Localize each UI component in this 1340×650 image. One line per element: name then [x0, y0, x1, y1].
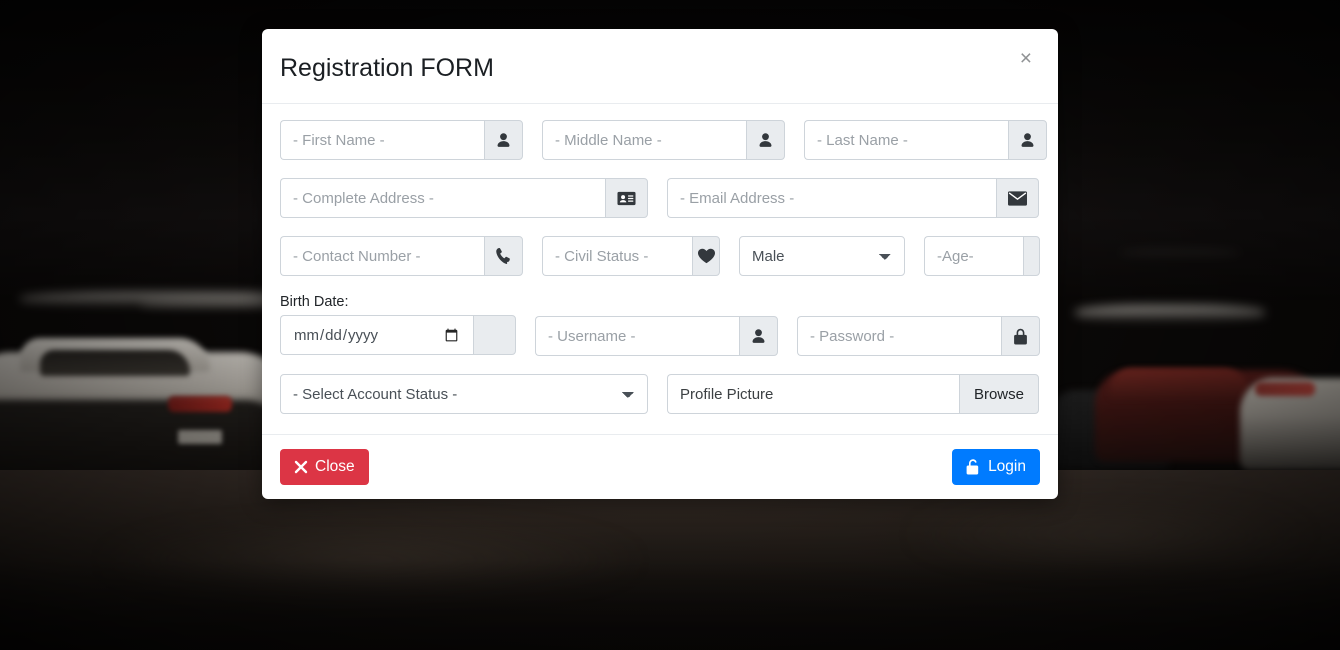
user-icon: [484, 120, 523, 160]
form-row-address-email: [280, 178, 1040, 218]
contact-number-group: [280, 236, 523, 276]
first-name-input[interactable]: [280, 120, 485, 160]
birth-date-addon: [473, 315, 516, 356]
account-status-select[interactable]: - Select Account Status -: [280, 374, 648, 414]
profile-picture-filename[interactable]: Profile Picture: [667, 374, 959, 414]
gender-select-wrap: Male: [739, 236, 905, 276]
login-button-label: Login: [988, 458, 1026, 476]
username-input[interactable]: [535, 316, 740, 356]
close-button-label: Close: [315, 458, 355, 476]
address-input[interactable]: [280, 178, 605, 218]
gender-select[interactable]: Male: [739, 236, 905, 276]
middle-name-input[interactable]: [542, 120, 747, 160]
heart-icon: [692, 236, 720, 276]
modal-footer: Close Login: [262, 435, 1058, 499]
phone-icon: [484, 236, 523, 276]
account-status-wrap: - Select Account Status -: [280, 374, 648, 414]
age-group: [924, 236, 1040, 276]
form-row-status-file: - Select Account Status - Profile Pictur…: [280, 374, 1040, 414]
civil-status-input[interactable]: [542, 236, 693, 276]
unlock-icon: [966, 459, 981, 475]
birth-date-group: Birth Date:: [280, 294, 516, 356]
birth-date-input-group: [280, 315, 516, 356]
password-input[interactable]: [797, 316, 1002, 356]
login-button[interactable]: Login: [952, 449, 1040, 485]
envelope-icon: [996, 178, 1039, 218]
modal-body: Male Birth Date:: [262, 104, 1058, 435]
form-row-contact: Male: [280, 236, 1040, 276]
modal-header: Registration FORM ×: [262, 29, 1058, 104]
last-name-input[interactable]: [804, 120, 1009, 160]
civil-status-group: [542, 236, 720, 276]
email-group: [667, 178, 1039, 218]
form-row-credentials: Birth Date:: [280, 294, 1040, 356]
lock-icon: [1001, 316, 1040, 356]
user-icon: [739, 316, 778, 356]
birth-date-label: Birth Date:: [280, 294, 349, 310]
user-icon: [746, 120, 785, 160]
times-icon: [294, 460, 308, 474]
form-row-names: [280, 120, 1047, 160]
birth-date-input[interactable]: [280, 315, 473, 356]
password-group: [797, 294, 1040, 356]
email-field[interactable]: [667, 178, 996, 218]
username-group: [535, 294, 778, 356]
first-name-group: [280, 120, 523, 160]
close-button[interactable]: Close: [280, 449, 369, 485]
contact-number-input[interactable]: [280, 236, 485, 276]
registration-modal: Registration FORM × - First Name - - Mid…: [262, 29, 1058, 499]
middle-name-group: [542, 120, 785, 160]
close-icon[interactable]: ×: [1014, 47, 1038, 70]
last-name-group: [804, 120, 1047, 160]
profile-picture-group: Profile Picture Browse: [667, 374, 1039, 414]
id-card-icon: [605, 178, 648, 218]
browse-button[interactable]: Browse: [958, 374, 1039, 414]
user-icon: [1008, 120, 1047, 160]
page-title: Registration FORM: [280, 54, 494, 82]
age-input[interactable]: [924, 236, 1023, 276]
address-group: [280, 178, 648, 218]
age-addon: [1022, 236, 1040, 276]
